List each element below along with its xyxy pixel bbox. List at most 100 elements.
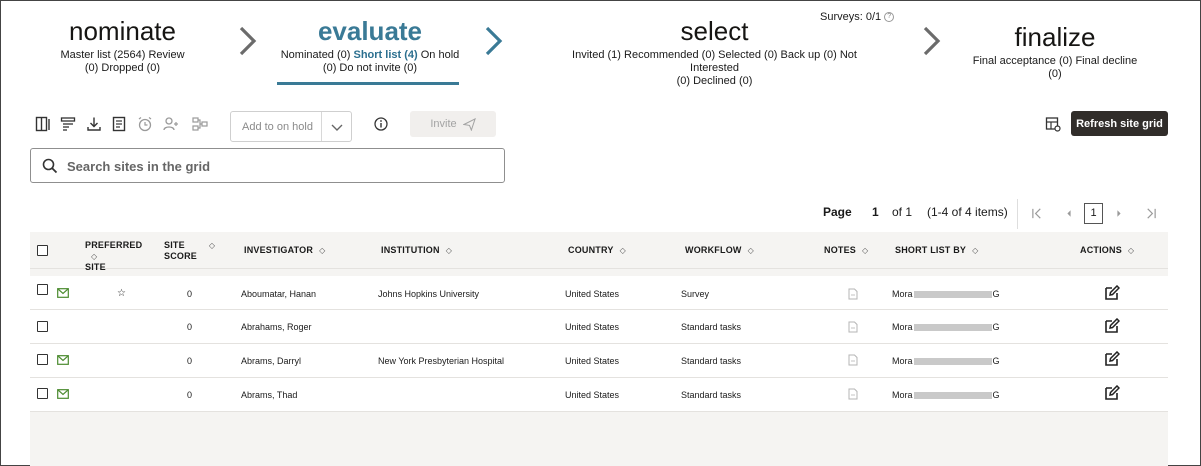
first-page-icon[interactable]: [1030, 205, 1044, 221]
header-actions: ACTIONS ◇: [1080, 245, 1135, 256]
stage-evaluate-shortlist[interactable]: Short list (4): [354, 49, 418, 61]
chevron-down-icon[interactable]: [330, 121, 344, 133]
table-header: PREFERRED◇ SITE SITE ◇ SCORE INVESTIGATOR ◇ …: [30, 232, 1168, 272]
chevron-right-icon: [920, 24, 944, 58]
search-input[interactable]: [67, 155, 487, 177]
mail-icon: [57, 389, 69, 399]
header-investigator[interactable]: INVESTIGATOR ◇: [244, 245, 325, 256]
investigator-name: Aboumatar, Hanan: [241, 289, 317, 299]
short-list-by: Mora G: [892, 289, 1000, 299]
add-to-on-hold-label: Add to on hold: [242, 121, 313, 133]
note-icon[interactable]: [848, 321, 858, 333]
country-name: United States: [565, 289, 620, 299]
header-notes[interactable]: NOTES ◇: [824, 245, 868, 256]
search-icon: [42, 158, 58, 174]
table-row: 0 Abrams, Thad United States Standard ta…: [30, 378, 1168, 412]
site-score: 0: [187, 390, 193, 400]
country-name: United States: [565, 356, 620, 366]
site-score: 0: [187, 289, 193, 299]
document-icon[interactable]: [110, 115, 128, 133]
chevron-right-icon: [482, 24, 506, 58]
note-icon[interactable]: [848, 288, 858, 300]
stage-evaluate-onhold[interactable]: On hold: [421, 49, 460, 61]
short-list-by: Mora G: [892, 356, 1000, 366]
stage-nominate[interactable]: nominate Master list (2564) Review (0) D…: [55, 16, 190, 75]
site-score: 0: [187, 356, 193, 366]
user-add-icon[interactable]: [162, 115, 180, 133]
edit-icon[interactable]: [1104, 351, 1120, 367]
site-score: 0: [187, 322, 193, 332]
header-country[interactable]: COUNTRY ◇: [568, 245, 626, 256]
stage-evaluate-title: evaluate: [317, 16, 423, 46]
download-icon[interactable]: [85, 115, 103, 133]
short-list-by: Mora G: [892, 322, 1000, 332]
table-row: 0 Abrahams, Roger United States Standard…: [30, 310, 1168, 344]
help-icon[interactable]: ?: [884, 12, 895, 23]
stage-finalize-line1: Final acceptance (0) Final decline (0): [972, 55, 1138, 80]
mail-icon: [57, 355, 69, 365]
stage-evaluate-nominated[interactable]: Nominated (0): [281, 49, 351, 61]
row-checkbox[interactable]: [37, 321, 48, 332]
header-short-list-by[interactable]: SHORT LIST BY ◇: [895, 245, 978, 256]
current-page-box[interactable]: 1: [1084, 203, 1103, 224]
country-name: United States: [565, 390, 620, 400]
table-row: 0 Abrams, Darryl New York Presbyterian H…: [30, 344, 1168, 378]
edit-icon[interactable]: [1104, 285, 1120, 301]
stage-nominate-line2: (0) Dropped (0): [84, 62, 161, 74]
last-page-icon[interactable]: [1143, 205, 1157, 221]
surveys-count: Surveys: 0/1?: [820, 11, 895, 23]
info-icon[interactable]: [374, 117, 388, 131]
note-icon[interactable]: [848, 354, 858, 366]
row-checkbox[interactable]: [37, 284, 48, 295]
redacted-text: [913, 392, 992, 400]
workflow-name: Standard tasks: [681, 390, 742, 400]
row-checkbox[interactable]: [37, 354, 48, 365]
redacted-text: [913, 324, 992, 332]
institution-name: Johns Hopkins University: [378, 289, 480, 299]
next-page-icon[interactable]: [1112, 205, 1126, 221]
redacted-text: [913, 358, 992, 366]
preferred-site-star-icon[interactable]: ☆: [117, 288, 126, 299]
search-box: [30, 148, 505, 183]
chevron-right-icon: [236, 24, 260, 58]
grid-settings-icon[interactable]: [1045, 116, 1061, 132]
workflow-icon[interactable]: [191, 115, 209, 133]
stage-nominate-line1: Master list (2564) Review: [60, 49, 185, 61]
item-range: (1-4 of 4 items): [927, 205, 1008, 219]
stage-evaluate[interactable]: evaluate Nominated (0) Short list (4) On…: [280, 16, 460, 75]
stage-finalize-title: finalize: [1014, 22, 1096, 52]
institution-name: New York Presbyterian Hospital: [378, 356, 505, 366]
header-institution[interactable]: INSTITUTION ◇: [381, 245, 452, 256]
header-site-score[interactable]: SITE ◇ SCORE: [164, 240, 228, 262]
workflow-name: Standard tasks: [681, 356, 742, 366]
stage-select-line2: (0) Declined (0): [676, 75, 753, 87]
row-checkbox[interactable]: [37, 388, 48, 399]
refresh-site-grid-button[interactable]: Refresh site grid: [1071, 111, 1168, 136]
add-to-on-hold-select[interactable]: Add to on hold: [230, 111, 352, 142]
stage-finalize[interactable]: finalize Final acceptance (0) Final decl…: [965, 22, 1145, 81]
page-total: of 1: [892, 205, 913, 219]
investigator-name: Abrams, Thad: [241, 390, 298, 400]
page-label: Page: [823, 205, 852, 219]
invite-button[interactable]: Invite: [410, 111, 496, 137]
previous-page-icon[interactable]: [1062, 205, 1076, 221]
alarm-clock-icon[interactable]: [136, 115, 154, 133]
select-all-checkbox[interactable]: [37, 245, 48, 256]
page-number[interactable]: 1: [872, 205, 879, 219]
investigator-name: Abrams, Darryl: [241, 356, 302, 366]
note-icon[interactable]: [848, 388, 858, 400]
mail-icon: [57, 288, 69, 298]
stage-nominate-title: nominate: [69, 16, 176, 46]
stage-evaluate-line2: (0) Do not invite (0): [322, 62, 418, 74]
filter-list-icon[interactable]: [59, 115, 77, 133]
stage-select[interactable]: select Invited (1) Recommended (0) Selec…: [552, 16, 877, 88]
header-workflow[interactable]: WORKFLOW ◇: [685, 245, 754, 256]
invite-label: Invite: [430, 118, 457, 130]
edit-icon[interactable]: [1104, 318, 1120, 334]
edit-icon[interactable]: [1104, 385, 1120, 401]
columns-icon[interactable]: [34, 115, 52, 133]
header-preferred-site[interactable]: PREFERRED◇ SITE: [85, 240, 147, 273]
table-row: ☆ 0 Aboumatar, Hanan Johns Hopkins Unive…: [30, 276, 1168, 310]
country-name: United States: [565, 322, 620, 332]
stage-select-line1: Invited (1) Recommended (0) Selected (0)…: [572, 49, 857, 74]
